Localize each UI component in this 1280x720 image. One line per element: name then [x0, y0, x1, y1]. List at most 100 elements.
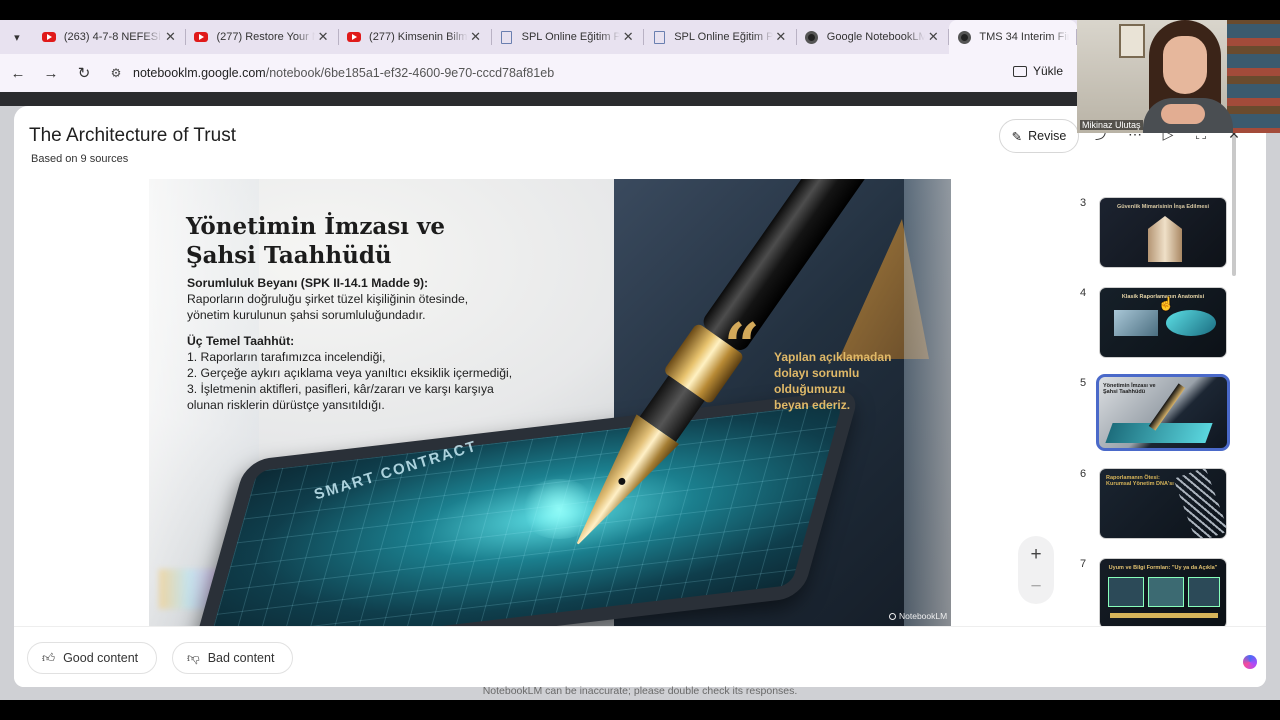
thumbnail-graphic [1108, 577, 1144, 607]
tab-bar: ▾ (263) 4-7-8 NEFESİ N ✕ (277) Restore Y… [0, 20, 1078, 54]
revise-button[interactable]: ✎ Revise [999, 119, 1079, 153]
browser-tab[interactable]: (263) 4-7-8 NEFESİ N ✕ [34, 20, 187, 54]
close-icon[interactable]: ✕ [773, 29, 789, 45]
tab-title: TMS 34 Interim Finar [979, 31, 1069, 43]
disclaimer-text: NotebookLM can be inaccurate; please dou… [482, 685, 798, 697]
address-bar: ← → ↻ ⚙ notebooklm.google.com/notebook/6… [0, 54, 1077, 92]
body-line: yönetim kurulunun şahsi sorumluluğundadı… [187, 308, 426, 322]
quote-line: dolayı sorumlu [774, 366, 860, 380]
screen-bottom-edge [0, 700, 1280, 720]
thumbnail-graphic [1148, 577, 1184, 607]
bad-content-label: Bad content [207, 651, 275, 665]
good-content-button[interactable]: 👍︎ Good content [27, 642, 157, 674]
thumbnail-image[interactable]: Uyum ve Bilgi Formları: "Uy ya da Açıkla… [1099, 558, 1227, 626]
slide-quote: Yapılan açıklamadan dolayı sorumlu olduğ… [774, 349, 914, 413]
slide-thumbnail[interactable]: 3 Güvenlik Mimarisinin İnşa Edilmesi [1076, 197, 1236, 269]
install-label: Yükle [1032, 64, 1063, 78]
bad-content-button[interactable]: 👎︎ Bad content [172, 642, 293, 674]
site-settings-icon[interactable]: ⚙ [103, 60, 129, 86]
tab-title: SPL Online Eğitim Pl [674, 31, 773, 43]
webcam-person-hands [1161, 104, 1205, 124]
url-field[interactable]: notebooklm.google.com/notebook/6be185a1-… [133, 66, 554, 80]
body-line: Raporların doğruluğu şirket tüzel kişili… [187, 292, 469, 306]
list-item: olunan risklerin dürüstçe yansıtıldığı. [187, 398, 385, 412]
tab-title: (277) Restore Your N [216, 31, 316, 43]
slide-thumbnail-selected[interactable]: 5 Yönetimin İmzası ve Şahsi Taahhüdü [1076, 374, 1236, 451]
quote-line: beyan ederiz. [774, 398, 851, 412]
slide-title: Yönetimin İmzası ve Şahsi Taahhüdü [186, 212, 526, 270]
close-icon[interactable]: ✕ [620, 29, 636, 45]
thumbs-up-icon: 👍︎ [42, 650, 56, 665]
slide-body: Sorumluluk Beyanı (SPK II-14.1 Madde 9):… [187, 275, 567, 413]
close-icon[interactable]: ✕ [315, 29, 331, 45]
slide-thumbnail[interactable]: 7 Uyum ve Bilgi Formları: "Uy ya da Açık… [1076, 558, 1236, 626]
zoom-in-icon[interactable]: + [1018, 540, 1054, 570]
thumbnail-number: 3 [1080, 197, 1087, 209]
thumbnail-number: 6 [1080, 468, 1087, 480]
thumbnail-tablet-graphic [1105, 423, 1213, 443]
slide-thumbnail[interactable]: 6 Raporlamanın Ötesi: Kurumsal Yönetim D… [1076, 468, 1236, 540]
slide-title-line: Yönetimin İmzası ve [186, 213, 446, 240]
install-button[interactable]: Yükle [1012, 64, 1063, 78]
thumbnail-title: Yönetimin İmzası ve Şahsi Taahhüdü [1103, 383, 1156, 395]
quote-line: olduğumuzu [774, 382, 846, 396]
revise-label: Revise [1028, 129, 1067, 143]
watermark-label: NotebookLM [899, 611, 948, 621]
notebooklm-watermark: NotebookLM [889, 611, 947, 621]
browser-tab[interactable]: Google NotebookLM ✕ [797, 20, 950, 54]
install-icon [1012, 65, 1027, 77]
modal-title: The Architecture of Trust [29, 125, 236, 146]
webcam-bookshelf [1227, 20, 1280, 133]
youtube-icon [41, 30, 56, 44]
browser-tab[interactable]: SPL Online Eğitim Pl ✕ [492, 20, 645, 54]
thumbnail-number: 4 [1080, 287, 1087, 299]
tab-search-chevron-icon[interactable]: ▾ [0, 20, 34, 54]
webcam-wall-frame [1119, 24, 1145, 58]
browser-tab[interactable]: (277) Restore Your N ✕ [186, 20, 339, 54]
thumbnail-title: Uyum ve Bilgi Formları: "Uy ya da Açıkla… [1108, 565, 1218, 571]
thumbnail-graphic [1114, 310, 1158, 336]
thumbnail-image[interactable]: Yönetimin İmzası ve Şahsi Taahhüdü [1096, 374, 1230, 451]
thumbnail-number: 5 [1080, 377, 1087, 389]
thumbnail-graphic [1188, 577, 1220, 607]
thumbnail-temple-graphic [1148, 216, 1182, 262]
browser-tab-active[interactable]: TMS 34 Interim Finar [949, 20, 1078, 54]
mouse-pointer-icon: ☝ [1158, 296, 1175, 311]
close-icon[interactable]: ✕ [925, 29, 941, 45]
thumbnail-scrollbar[interactable] [1232, 136, 1236, 276]
section-heading: Üç Temel Taahhüt: [187, 334, 295, 348]
doc-icon [652, 30, 666, 44]
thumbnail-image[interactable]: Güvenlik Mimarisinin İnşa Edilmesi [1099, 197, 1227, 268]
gemini-icon[interactable] [1243, 655, 1257, 669]
zoom-out-icon[interactable]: − [1018, 572, 1054, 602]
doc-icon [500, 30, 514, 44]
thumbnail-dna-graphic [1173, 469, 1226, 538]
close-icon[interactable]: ✕ [468, 29, 484, 45]
list-item: 3. İşletmenin aktifleri, pasifleri, kâr/… [187, 382, 494, 396]
list-item: 2. Gerçeğe aykırı açıklama veya yanıltıc… [187, 366, 513, 380]
reload-icon[interactable]: ↻ [69, 58, 99, 88]
thumbnail-graphic [1110, 613, 1218, 618]
pencil-icon: ✎ [1011, 129, 1023, 144]
quote-line: Yapılan açıklamadan [774, 350, 892, 364]
quote-icon: “ [724, 309, 760, 382]
webcam-person-face [1163, 36, 1207, 94]
notebooklm-logo-icon [889, 612, 896, 620]
close-icon[interactable]: ✕ [162, 29, 178, 45]
webcam-overlay [1077, 20, 1280, 133]
back-arrow-icon[interactable]: ← [3, 58, 33, 88]
url-host: notebooklm.google.com [133, 66, 266, 80]
browser-tab[interactable]: SPL Online Eğitim Pl ✕ [644, 20, 797, 54]
webcam-name-label: Mikinaz Ulutaş [1080, 120, 1143, 130]
thumbnail-image[interactable]: Raporlamanın Ötesi: Kurumsal Yönetim DNA… [1099, 468, 1227, 539]
tab-title: (277) Kimsenin Bilme [369, 31, 468, 43]
slide-thumbnail[interactable]: 4 Klasik Raporlamanın Anatomisi [1076, 287, 1236, 359]
thumbnail-title: Güvenlik Mimarisinin İnşa Edilmesi [1116, 204, 1209, 210]
section-heading: Sorumluluk Beyanı (SPK II-14.1 Madde 9): [187, 276, 429, 290]
forward-arrow-icon[interactable]: → [36, 58, 66, 88]
good-content-label: Good content [63, 651, 139, 665]
thumbnail-graphic [1166, 310, 1216, 336]
list-item: 1. Raporların tarafımızca incelendiği, [187, 350, 386, 364]
browser-tab[interactable]: (277) Kimsenin Bilme ✕ [339, 20, 492, 54]
notebooklm-icon [805, 30, 819, 44]
